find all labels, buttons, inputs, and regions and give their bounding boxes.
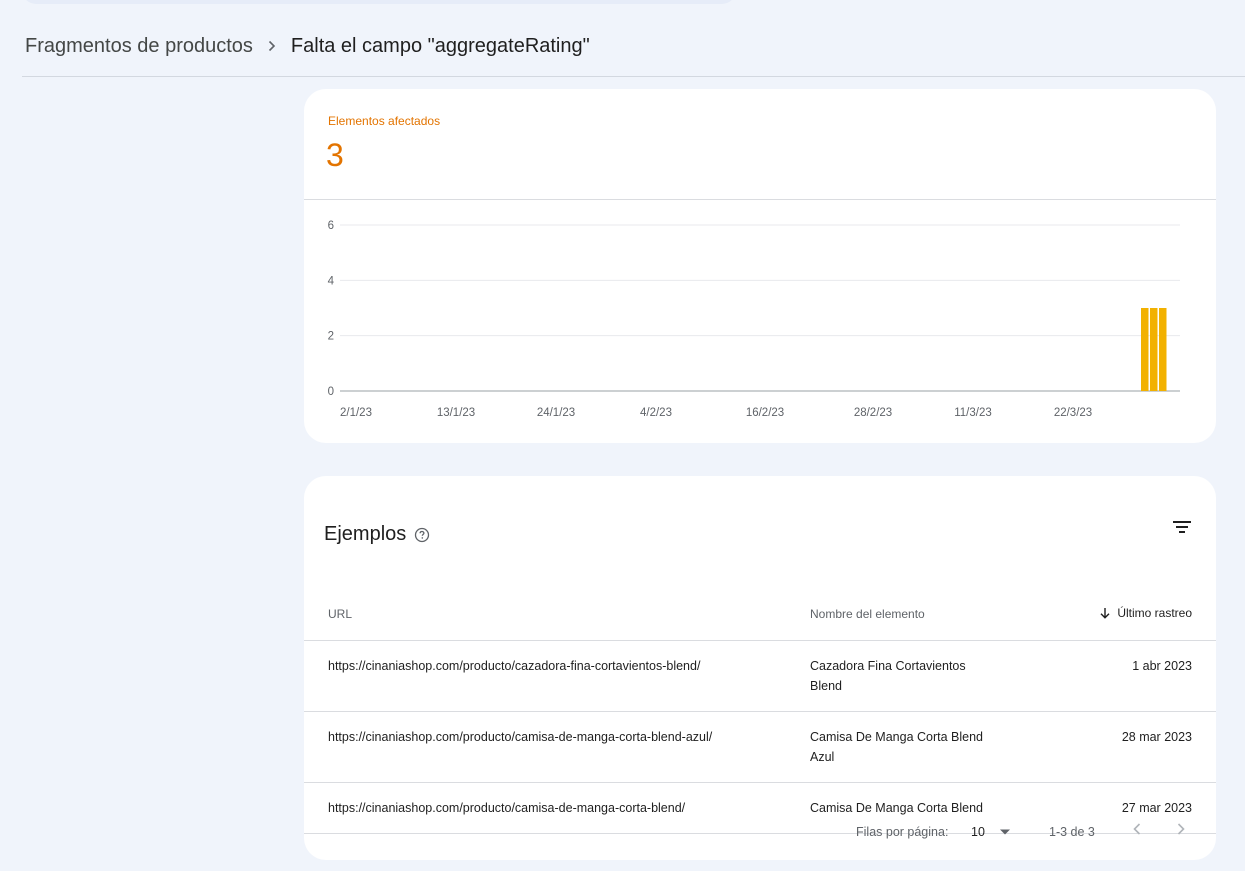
- row-url: https://cinaniashop.com/producto/cazador…: [304, 640, 810, 712]
- table-row[interactable]: https://cinaniashop.com/producto/cazador…: [304, 640, 1216, 712]
- page-title: Falta el campo "aggregateRating": [290, 34, 590, 57]
- rows-per-page-label: Filas por página:: [856, 825, 949, 839]
- column-header-last-crawl-label: Último rastreo: [1117, 606, 1192, 620]
- x-tick-label: 11/3/23: [954, 407, 992, 419]
- chart-bar: [1150, 308, 1158, 391]
- y-tick-label: 4: [328, 275, 335, 287]
- breadcrumb-parent-link[interactable]: Fragmentos de productos: [25, 35, 253, 58]
- table-header-row: URL Nombre del elemento Último rastreo: [304, 588, 1216, 641]
- rows-per-page-value: 10: [971, 825, 985, 839]
- table-row[interactable]: https://cinaniashop.com/producto/camisa-…: [304, 711, 1216, 783]
- affected-items-chart: 0 2 4 6 2/1/23 13/1/23 24/1/23 4/2/23 16/2/23 28/…: [328, 220, 1180, 419]
- metric-value: 3: [326, 137, 344, 173]
- column-header-url[interactable]: URL: [304, 588, 810, 641]
- row-date: 1 abr 2023: [1010, 640, 1216, 712]
- x-tick-label: 22/3/23: [1054, 407, 1092, 419]
- row-date: 28 mar 2023: [1010, 711, 1216, 783]
- rows-per-page-select[interactable]: 10: [971, 825, 1011, 839]
- examples-card: Ejemplos URL Nombre del elemento Último …: [304, 476, 1216, 860]
- examples-title: Ejemplos: [324, 523, 407, 545]
- affected-items-card: Elementos afectados 3 0 2 4 6 2/1/23 13/1/23 2…: [304, 89, 1216, 443]
- pagination-range: 1-3 de 3: [1049, 825, 1095, 839]
- arrow-down-icon: [1100, 608, 1110, 619]
- x-tick-label: 2/1/23: [340, 407, 372, 419]
- x-tick-label: 28/2/23: [854, 407, 892, 419]
- x-tick-label: 13/1/23: [437, 407, 475, 419]
- header-divider: [22, 76, 1245, 77]
- help-circle-icon[interactable]: [414, 527, 430, 543]
- x-tick-label: 24/1/23: [537, 407, 575, 419]
- breadcrumb: Fragmentos de productos Falta el campo "…: [25, 32, 590, 60]
- chevron-right-icon: [267, 40, 277, 52]
- dropdown-icon: [999, 829, 1010, 835]
- chevron-right-icon[interactable]: [1174, 821, 1188, 840]
- y-tick-label: 2: [328, 331, 334, 343]
- chevron-left-icon[interactable]: [1130, 821, 1144, 840]
- search-bar-edge[interactable]: [22, 0, 736, 4]
- column-header-name[interactable]: Nombre del elemento: [810, 588, 1010, 641]
- pagination: Filas por página: 10 1-3 de 3: [304, 816, 1216, 846]
- x-tick-label: 16/2/23: [746, 407, 784, 419]
- chart-bar: [1159, 308, 1167, 391]
- examples-header: Ejemplos: [324, 523, 430, 546]
- examples-table: URL Nombre del elemento Último rastreo h…: [304, 588, 1216, 834]
- chart-bar: [1141, 308, 1149, 391]
- x-tick-label: 4/2/23: [640, 407, 672, 419]
- y-tick-label: 6: [328, 220, 334, 232]
- column-header-last-crawl[interactable]: Último rastreo: [1010, 588, 1216, 641]
- row-name: Camisa De Manga Corta Blend Azul: [810, 711, 1010, 783]
- y-tick-label: 0: [328, 386, 334, 398]
- filter-icon[interactable]: [1172, 520, 1192, 534]
- row-name: Cazadora Fina Cortavientos Blend: [810, 640, 1010, 712]
- metric-label: Elementos afectados: [328, 114, 441, 128]
- row-url: https://cinaniashop.com/producto/camisa-…: [304, 711, 810, 783]
